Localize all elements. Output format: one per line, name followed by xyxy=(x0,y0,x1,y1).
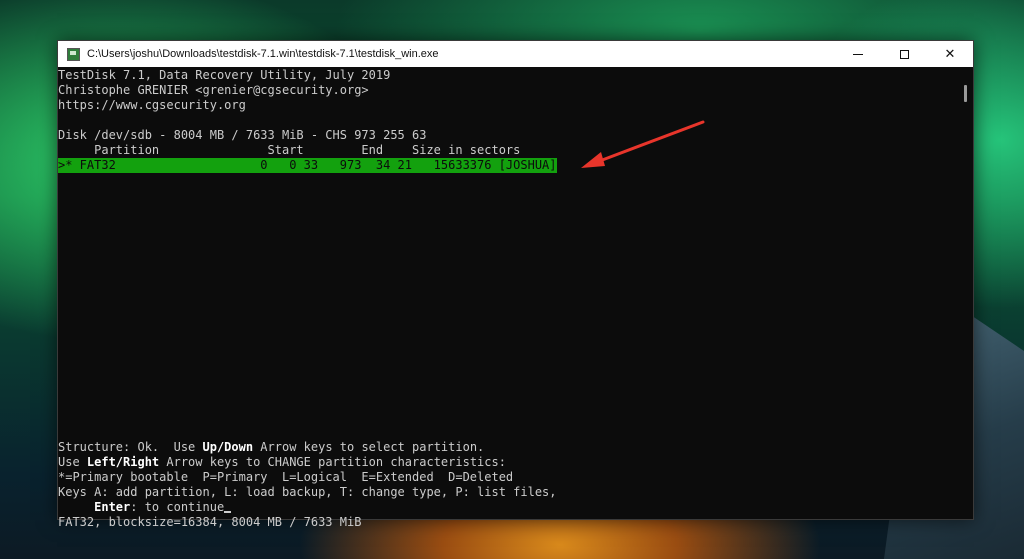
partition-row[interactable]: >* FAT32 0 0 33 973 34 21 15633376 [JOSH… xyxy=(58,158,958,173)
enter-line[interactable]: Enter: to continue xyxy=(58,500,958,515)
enter-text: : to continue xyxy=(130,500,225,514)
window-title: C:\Users\joshu\Downloads\testdisk-7.1.wi… xyxy=(87,48,439,60)
status-text: Structure: Ok. Use xyxy=(58,440,203,454)
maximize-icon xyxy=(899,49,909,59)
arrow-keys-line: Use Left/Right Arrow keys to CHANGE part… xyxy=(58,455,958,470)
arrow-text: Use xyxy=(58,455,87,469)
updown-keys: Up/Down xyxy=(202,440,254,454)
fs-info-line: FAT32, blocksize=16384, 8004 MB / 7633 M… xyxy=(58,515,362,529)
maximize-button[interactable] xyxy=(881,41,927,67)
console-output[interactable]: TestDisk 7.1, Data Recovery Utility, Jul… xyxy=(58,68,958,529)
enter-key[interactable]: Enter xyxy=(58,500,130,514)
scrollbar[interactable] xyxy=(958,68,973,519)
selected-partition[interactable]: >* FAT32 0 0 33 973 34 21 15633376 [JOSH… xyxy=(58,158,557,173)
close-icon: ✕ xyxy=(944,46,956,62)
header-line-2: Christophe GRENIER <grenier@cgsecurity.o… xyxy=(58,83,369,97)
close-button[interactable]: ✕ xyxy=(927,41,973,67)
minimize-icon xyxy=(853,53,863,55)
legend-line: *=Primary bootable P=Primary L=Logical E… xyxy=(58,470,514,484)
keys-line: Keys A: add partition, L: load backup, T… xyxy=(58,485,557,499)
terminal-icon xyxy=(67,47,80,61)
window-controls: ✕ xyxy=(835,41,973,67)
title-bar[interactable]: C:\Users\joshu\Downloads\testdisk-7.1.wi… xyxy=(58,41,973,67)
text-cursor xyxy=(224,511,232,513)
status-line: Structure: Ok. Use Up/Down Arrow keys to… xyxy=(58,440,958,455)
header-line-1: TestDisk 7.1, Data Recovery Utility, Jul… xyxy=(58,68,391,82)
leftright-keys: Left/Right xyxy=(86,455,160,469)
status-text-end: Arrow keys to select partition. xyxy=(253,440,485,454)
arrow-text-end: Arrow keys to CHANGE partition character… xyxy=(159,455,506,469)
table-header: Partition Start End Size in sectors xyxy=(58,143,521,157)
minimize-button[interactable] xyxy=(835,41,881,67)
console-window: C:\Users\joshu\Downloads\testdisk-7.1.wi… xyxy=(57,40,974,529)
annotation-arrow-icon xyxy=(581,120,705,168)
header-line-3: https://www.cgsecurity.org xyxy=(58,98,246,112)
scrollbar-thumb[interactable] xyxy=(964,85,967,102)
disk-info-line: Disk /dev/sdb - 8004 MB / 7633 MiB - CHS… xyxy=(58,128,427,142)
